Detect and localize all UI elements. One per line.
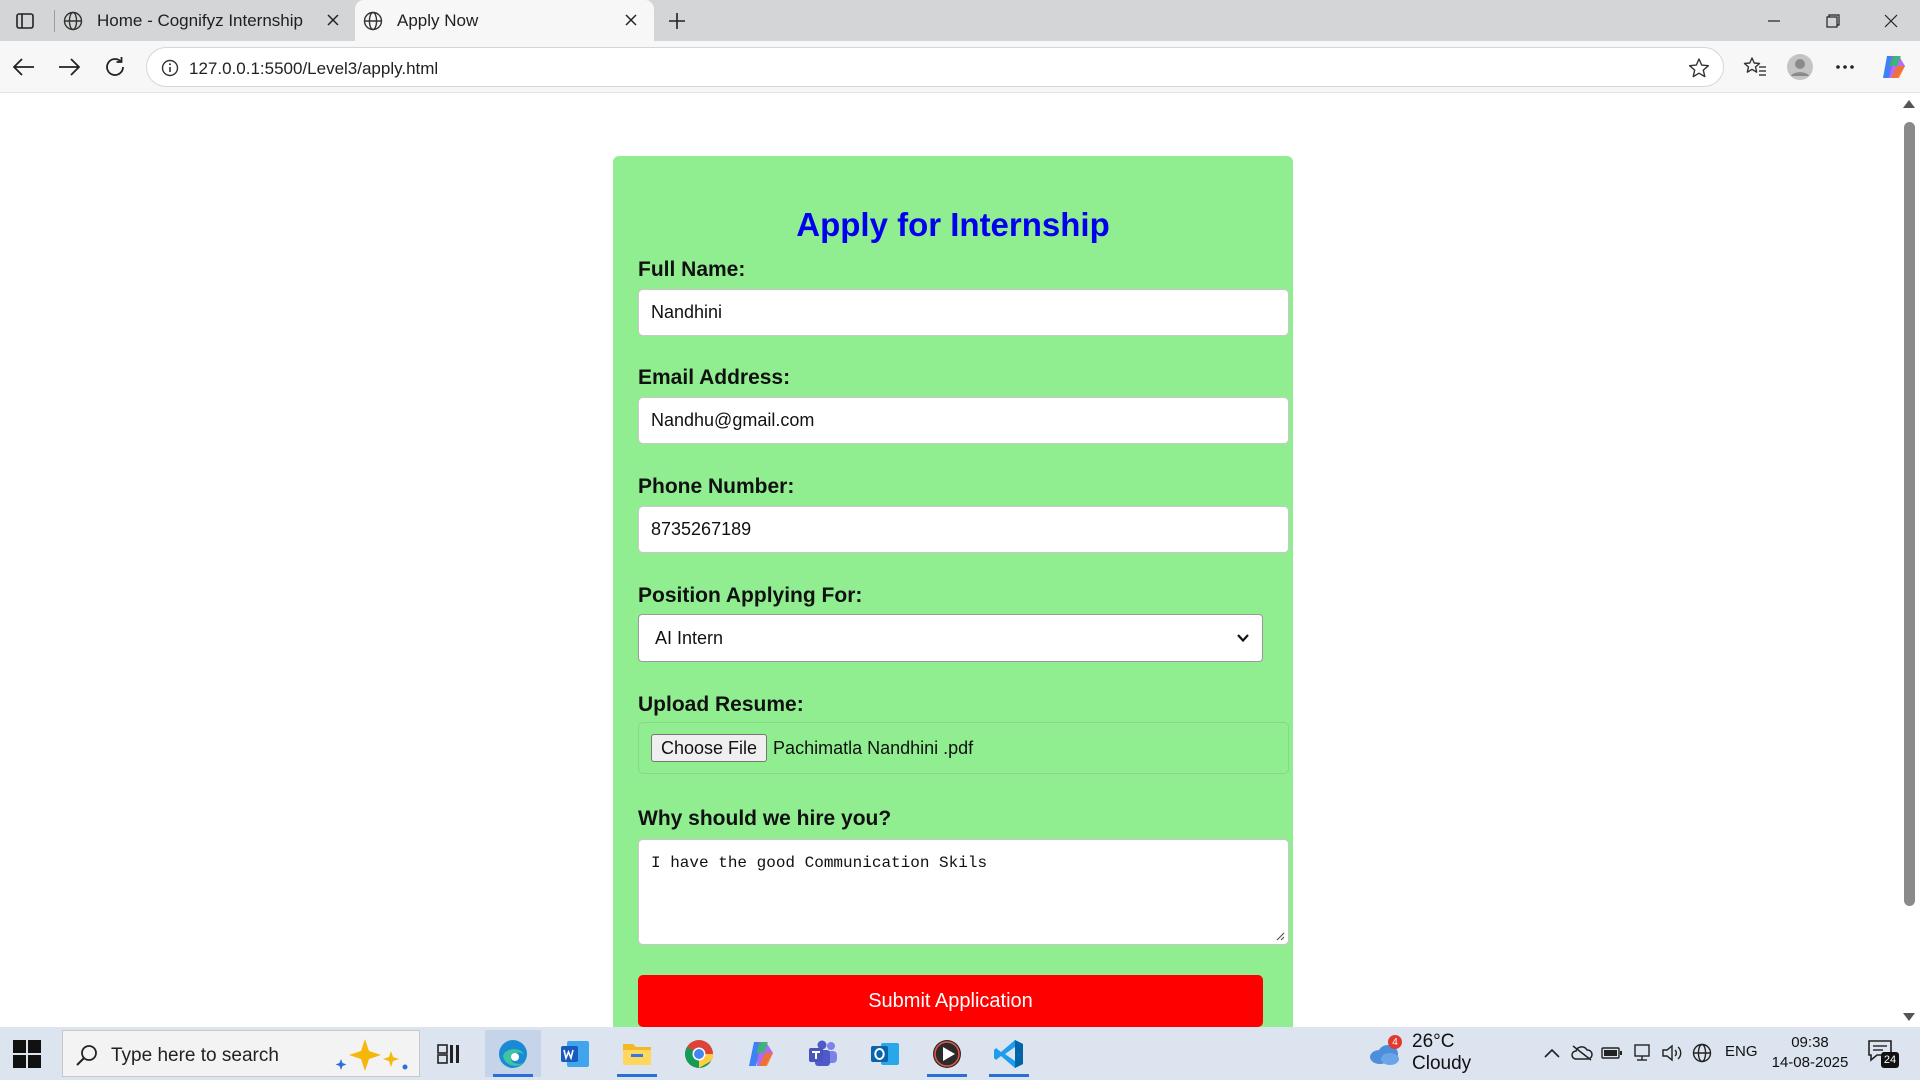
close-icon	[1884, 14, 1898, 28]
more-options-icon[interactable]	[1829, 51, 1861, 83]
back-button[interactable]	[10, 53, 38, 81]
chevron-down-icon	[1237, 634, 1249, 643]
cloud-icon: 4	[1368, 1035, 1402, 1067]
windows-start-icon[interactable]	[12, 1039, 42, 1069]
copilot-icon[interactable]	[1877, 51, 1909, 83]
tab-apply-now[interactable]: Apply Now	[355, 0, 654, 41]
close-tab-icon[interactable]	[323, 10, 343, 30]
site-info-icon[interactable]	[159, 57, 181, 79]
notification-count-badge: 24	[1881, 1052, 1899, 1068]
why-hire-value: I have the good Communication Skils	[651, 854, 988, 872]
favorite-star-icon[interactable]	[1687, 56, 1711, 80]
clock-time: 09:38	[1791, 1034, 1829, 1051]
copilot-app-icon[interactable]	[733, 1030, 789, 1077]
refresh-button[interactable]	[101, 53, 129, 81]
close-tab-icon[interactable]	[621, 10, 641, 30]
clock-date: 14-08-2025	[1771, 1054, 1849, 1071]
windows-taskbar: Type here to search 4 26°C Cloudy ENG 09…	[0, 1027, 1920, 1080]
plus-icon	[669, 13, 685, 29]
task-view-icon[interactable]	[421, 1030, 477, 1077]
favorites-icon[interactable]	[1739, 51, 1771, 83]
email-input[interactable]: Nandhu@gmail.com	[638, 397, 1289, 444]
application-form-card: Apply for Internship Full Name: Nandhini…	[613, 156, 1293, 1027]
language-indicator[interactable]: ENG	[1725, 1043, 1758, 1060]
phone-value: 8735267189	[651, 519, 752, 539]
phone-label: Phone Number:	[638, 475, 795, 498]
globe-language-icon[interactable]	[1690, 1041, 1714, 1065]
full-name-label: Full Name:	[638, 258, 746, 281]
edge-icon[interactable]	[485, 1030, 541, 1077]
resume-file-input[interactable]: Choose File Pachimatla Nandhini .pdf	[638, 722, 1289, 774]
globe-icon	[363, 11, 383, 30]
profile-avatar-icon[interactable]	[1784, 51, 1816, 83]
scrollbar-thumb[interactable]	[1904, 122, 1915, 906]
teams-icon[interactable]	[795, 1030, 851, 1077]
search-placeholder: Type here to search	[111, 1045, 279, 1066]
refresh-icon	[106, 57, 124, 76]
page-scrollbar[interactable]	[1898, 94, 1920, 1027]
resize-grip-icon[interactable]	[1275, 931, 1285, 941]
file-explorer-icon[interactable]	[609, 1030, 665, 1077]
chrome-icon[interactable]	[671, 1030, 727, 1077]
tab-home[interactable]: Home - Cognifyz Internship	[55, 0, 355, 41]
scroll-up-arrow-icon[interactable]	[1903, 100, 1915, 108]
position-label: Position Applying For:	[638, 584, 863, 607]
forward-arrow-icon	[59, 58, 80, 76]
position-select[interactable]: AI Intern	[638, 614, 1263, 662]
close-window-button[interactable]	[1873, 6, 1909, 36]
vscode-icon[interactable]	[981, 1030, 1037, 1077]
resume-label: Upload Resume:	[638, 693, 804, 716]
why-hire-label: Why should we hire you?	[638, 807, 892, 830]
tab-actions-icon[interactable]	[12, 8, 38, 34]
tab-title: Home - Cognifyz Internship	[97, 10, 303, 30]
minimize-icon	[1768, 20, 1780, 22]
forward-button[interactable]	[55, 53, 83, 81]
address-bar[interactable]: 127.0.0.1:5500/Level3/apply.html	[146, 47, 1724, 87]
weather-text: 26°C Cloudy	[1412, 1031, 1472, 1074]
taskbar-search-box[interactable]: Type here to search	[62, 1030, 420, 1077]
position-value: AI Intern	[655, 627, 724, 648]
why-hire-textarea[interactable]: I have the good Communication Skils	[638, 839, 1289, 945]
form-title: Apply for Internship	[796, 206, 1110, 243]
onedrive-offline-icon[interactable]	[1570, 1041, 1594, 1065]
page-viewport: Apply for Internship Full Name: Nandhini…	[5, 94, 1898, 1027]
network-icon[interactable]	[1630, 1041, 1654, 1065]
globe-icon	[63, 11, 83, 30]
url-text[interactable]: 127.0.0.1:5500/Level3/apply.html	[189, 59, 438, 79]
media-player-icon[interactable]	[919, 1030, 975, 1077]
show-hidden-icons-chevron-icon[interactable]	[1540, 1041, 1564, 1065]
weather-alert-badge: 4	[1388, 1035, 1402, 1049]
volume-icon[interactable]	[1660, 1041, 1684, 1065]
weather-widget[interactable]: 4 26°C Cloudy	[1368, 1031, 1518, 1074]
choose-file-button[interactable]: Choose File	[651, 734, 768, 762]
tab-bar: Home - Cognifyz Internship Apply Now	[0, 0, 1920, 41]
restore-icon	[1826, 14, 1840, 28]
resume-file-name: Pachimatla Nandhini .pdf	[773, 737, 974, 758]
email-label: Email Address:	[638, 366, 791, 389]
search-icon	[76, 1045, 97, 1066]
phone-input[interactable]: 8735267189	[638, 506, 1289, 553]
new-tab-button[interactable]	[664, 8, 690, 34]
restore-button[interactable]	[1815, 6, 1851, 36]
word-icon[interactable]	[547, 1030, 603, 1077]
full-name-input[interactable]: Nandhini	[638, 289, 1289, 336]
tab-title: Apply Now	[397, 10, 479, 30]
sparkle-icon	[335, 1039, 408, 1071]
battery-icon[interactable]	[1600, 1041, 1624, 1065]
email-value: Nandhu@gmail.com	[651, 410, 815, 430]
scroll-down-arrow-icon[interactable]	[1903, 1013, 1915, 1021]
notification-center-icon[interactable]: 24	[1867, 1039, 1899, 1069]
browser-toolbar: 127.0.0.1:5500/Level3/apply.html	[0, 41, 1920, 93]
outlook-icon[interactable]	[857, 1030, 913, 1077]
minimize-button[interactable]	[1756, 6, 1792, 36]
system-clock[interactable]: 09:38 14-08-2025	[1770, 1033, 1850, 1073]
back-arrow-icon	[13, 58, 34, 76]
submit-application-button[interactable]: Submit Application	[638, 975, 1263, 1027]
full-name-value: Nandhini	[651, 302, 723, 322]
